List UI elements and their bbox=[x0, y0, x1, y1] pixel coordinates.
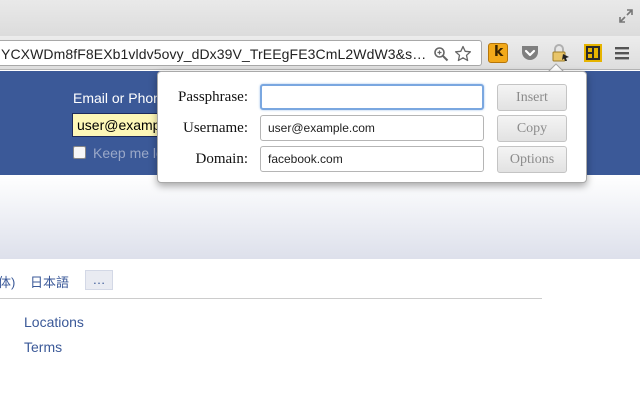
bookmark-star-icon[interactable] bbox=[454, 45, 472, 63]
domain-label: Domain: bbox=[195, 151, 249, 167]
language-link-chinese[interactable]: 体) bbox=[0, 272, 15, 291]
password-lock-icon[interactable] bbox=[550, 43, 570, 63]
email-or-phone-label: Email or Phone bbox=[73, 90, 169, 106]
fullscreen-icon[interactable] bbox=[618, 8, 634, 24]
zoom-icon[interactable] bbox=[433, 46, 449, 62]
address-bar-url[interactable]: YCXWDm8fF8EXb1vldv5ovy_dDx39V_TrEEgFE3Cm… bbox=[1, 46, 431, 62]
footer-link-locations[interactable]: Locations bbox=[24, 314, 84, 330]
k-extension-icon[interactable]: k bbox=[488, 43, 508, 63]
keep-logged-in-checkbox[interactable] bbox=[73, 146, 86, 159]
passphrase-input[interactable] bbox=[260, 84, 484, 110]
footer-divider bbox=[0, 298, 542, 299]
browser-toolbar: YCXWDm8fF8EXb1vldv5ovy_dDx39V_TrEEgFE3Cm… bbox=[0, 36, 640, 70]
browser-titlebar bbox=[0, 0, 640, 36]
page-gradient-band bbox=[0, 175, 640, 259]
grid-extension-icon[interactable] bbox=[583, 43, 603, 63]
more-languages-button[interactable]: … bbox=[85, 270, 113, 290]
copy-button[interactable]: Copy bbox=[497, 115, 567, 142]
passphrase-label: Passphrase: bbox=[178, 89, 248, 105]
pocket-icon[interactable] bbox=[520, 43, 540, 63]
username-label: Username: bbox=[183, 120, 248, 136]
address-bar[interactable]: YCXWDm8fF8EXb1vldv5ovy_dDx39V_TrEEgFE3Cm… bbox=[0, 40, 482, 66]
footer-link-terms[interactable]: Terms bbox=[24, 339, 62, 355]
options-button[interactable]: Options bbox=[497, 146, 567, 173]
insert-button[interactable]: Insert bbox=[497, 84, 567, 111]
domain-input[interactable]: facebook.com bbox=[260, 146, 484, 172]
username-input[interactable]: user@example.com bbox=[260, 115, 484, 141]
language-link-japanese[interactable]: 日本語 bbox=[30, 272, 69, 291]
password-popup: Passphrase: Insert Username: user@exampl… bbox=[157, 71, 587, 183]
chrome-menu-icon[interactable] bbox=[614, 45, 630, 61]
